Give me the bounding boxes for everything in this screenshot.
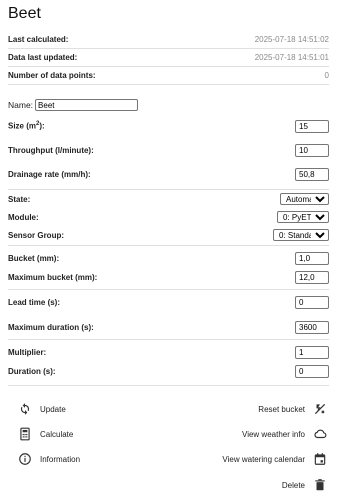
size-label-suffix: ): — [39, 121, 45, 131]
trash-icon — [313, 478, 327, 492]
multiplier-label: Multiplier: — [8, 347, 47, 357]
calendar-icon — [313, 452, 327, 466]
name-label: Name: — [8, 100, 34, 110]
sensor-group-label: Sensor Group: — [8, 230, 65, 240]
calculate-button[interactable]: Calculate — [18, 427, 73, 441]
drainage-label: Drainage rate (mm/h): — [8, 169, 91, 179]
view-weather-label: View weather info — [242, 429, 305, 439]
delete-button[interactable]: Delete — [282, 478, 327, 492]
bucket-row: Bucket (mm): — [8, 251, 329, 265]
data-points-row: Number of data points: 0 — [8, 67, 329, 85]
size-label-prefix: Size (m — [8, 121, 37, 131]
page-title: Beet — [8, 5, 41, 22]
max-duration-input[interactable] — [295, 320, 329, 334]
size-label: Size (m2): — [8, 121, 45, 131]
last-calculated-value: 2025-07-18 14:51:02 — [254, 35, 329, 44]
data-points-label: Number of data points: — [8, 71, 96, 80]
throughput-label: Throughput (l/minute): — [8, 145, 94, 155]
module-select[interactable]: 0: PyETO — [277, 211, 329, 223]
info-icon — [18, 452, 32, 466]
divider — [8, 339, 329, 340]
view-calendar-label: View watering calendar — [222, 454, 305, 464]
reset-bucket-button[interactable]: Reset bucket — [258, 402, 327, 416]
last-calculated-label: Last calculated: — [8, 35, 69, 44]
max-duration-label: Maximum duration (s): — [8, 322, 94, 332]
calculate-label: Calculate — [40, 429, 74, 439]
information-label: Information — [40, 454, 81, 464]
name-input[interactable] — [35, 99, 139, 111]
duration-row: Duration (s): — [8, 364, 329, 378]
state-select[interactable]: Automatic — [280, 193, 329, 205]
lead-time-input[interactable] — [295, 295, 329, 309]
update-button[interactable]: Update — [18, 402, 66, 416]
delete-label: Delete — [281, 480, 305, 490]
duration-label: Duration (s): — [8, 366, 56, 376]
divider — [8, 189, 329, 190]
sensor-group-select[interactable]: 0: Standard — [273, 229, 329, 241]
size-row: Size (m2): — [8, 119, 329, 133]
multiplier-row: Multiplier: — [8, 345, 329, 359]
information-button[interactable]: Information — [18, 452, 80, 466]
throughput-input[interactable] — [295, 143, 329, 157]
view-calendar-button[interactable]: View watering calendar — [222, 452, 327, 466]
data-points-value: 0 — [324, 71, 329, 80]
bucket-label: Bucket (mm): — [8, 253, 60, 263]
refresh-icon — [18, 402, 32, 416]
size-input[interactable] — [295, 119, 329, 133]
divider — [8, 385, 329, 386]
view-weather-button[interactable]: View weather info — [242, 427, 327, 441]
state-label: State: — [8, 194, 31, 204]
cloud-icon — [313, 427, 327, 441]
module-row: Module: 0: PyETO — [8, 210, 329, 224]
weather-off-icon — [313, 402, 327, 416]
divider — [8, 289, 329, 290]
last-updated-row: Data last updated: 2025-07-18 14:51:01 — [8, 49, 329, 67]
bucket-input[interactable] — [295, 251, 329, 265]
last-calculated-row: Last calculated: 2025-07-18 14:51:02 — [8, 31, 329, 49]
drainage-input[interactable] — [295, 167, 329, 181]
last-updated-value: 2025-07-18 14:51:01 — [254, 53, 329, 62]
module-label: Module: — [8, 212, 39, 222]
drainage-row: Drainage rate (mm/h): — [8, 167, 329, 181]
max-bucket-row: Maximum bucket (mm): — [8, 270, 329, 284]
calculator-icon — [18, 427, 32, 441]
state-row: State: Automatic — [8, 192, 329, 206]
reset-bucket-label: Reset bucket — [258, 404, 305, 414]
sensor-group-row: Sensor Group: 0: Standard — [8, 228, 329, 242]
lead-time-label: Lead time (s): — [8, 297, 61, 307]
lead-time-row: Lead time (s): — [8, 295, 329, 309]
multiplier-input[interactable] — [295, 345, 329, 359]
throughput-row: Throughput (l/minute): — [8, 143, 329, 157]
name-row: Name: — [8, 98, 139, 112]
update-label: Update — [40, 404, 66, 414]
max-bucket-input[interactable] — [295, 270, 329, 284]
max-bucket-label: Maximum bucket (mm): — [8, 272, 98, 282]
max-duration-row: Maximum duration (s): — [8, 320, 329, 334]
divider — [8, 245, 329, 246]
last-updated-label: Data last updated: — [8, 53, 78, 62]
duration-input[interactable] — [295, 364, 329, 378]
